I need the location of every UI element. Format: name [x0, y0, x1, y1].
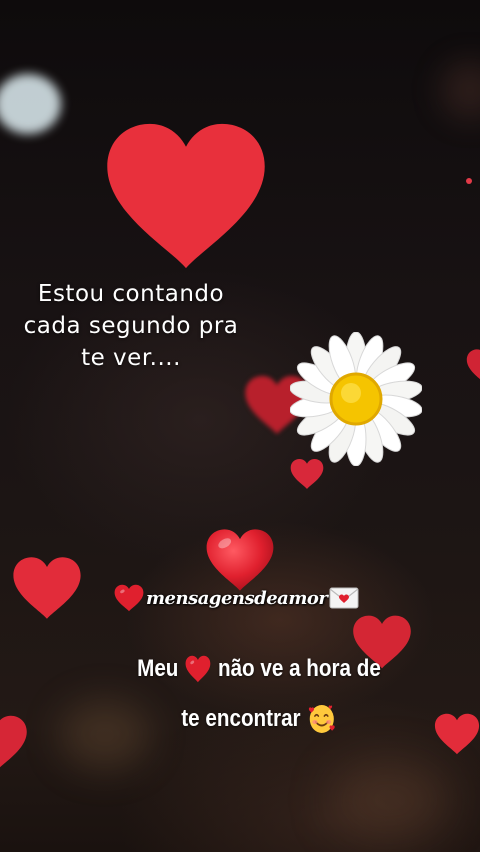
heart-icon [466, 340, 480, 394]
large-heart-icon [104, 118, 268, 274]
daisy-flower-icon [289, 331, 423, 467]
love-letter-icon [329, 587, 359, 609]
watermark: mensagensdeamor [114, 583, 359, 613]
caption-line-1-end: não ve a hora de [217, 655, 381, 682]
smiling-face-with-hearts-icon [309, 705, 335, 733]
message-text: Estou contando cada segundo pra te ver..… [0, 278, 262, 374]
bokeh-light [330, 760, 450, 840]
message-line-3: te ver.... [81, 345, 181, 371]
bokeh-light [0, 74, 61, 134]
background-scene: Estou contando cada segundo pra te ver..… [0, 0, 480, 852]
message-line-2: cada segundo pra [23, 313, 239, 339]
caption-line-1: Meu não ve a hora de [130, 644, 388, 694]
heart-icon [0, 700, 28, 786]
caption-line-2-text: te encontrar [181, 705, 301, 732]
heart-icon [434, 712, 480, 756]
caption-line-2: te encontrar [130, 694, 388, 744]
heart-icon [12, 554, 82, 622]
caption-text: Meu não ve a hora de te encontrar [130, 644, 388, 744]
message-line-1: Estou contando [37, 281, 225, 307]
red-heart-icon [114, 584, 144, 612]
bokeh-light [466, 178, 472, 184]
red-heart-icon [185, 655, 211, 683]
watermark-text: mensagensdeamor [146, 587, 328, 609]
bokeh-light [440, 60, 480, 120]
caption-line-1-start: Meu [137, 655, 179, 682]
